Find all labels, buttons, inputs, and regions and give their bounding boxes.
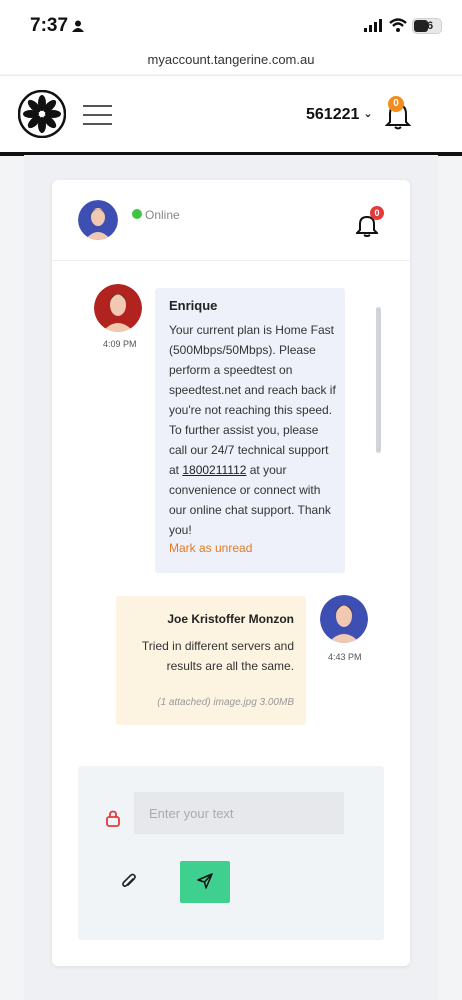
send-icon [197, 872, 213, 889]
agent-avatar [94, 284, 142, 332]
chat-notification-badge: 0 [370, 206, 384, 220]
person-icon [72, 20, 84, 32]
lock-icon [106, 810, 120, 827]
signal-icon [364, 19, 382, 32]
send-button[interactable] [180, 861, 230, 903]
app-header: 561221 ⌄ 0 [0, 75, 462, 156]
wifi-icon [389, 18, 407, 32]
attachment-info[interactable]: (1 attached) image.jpg 3.00MB [157, 697, 294, 708]
battery-level: 56 [420, 20, 434, 32]
agent-avatar [78, 200, 118, 240]
tangerine-logo[interactable] [18, 90, 66, 138]
account-number: 561221 [306, 106, 360, 123]
message-sender: Joe Kristoffer Monzon [167, 612, 294, 626]
status-time: 7:37 [30, 15, 69, 36]
message-time: 4:43 PM [328, 652, 362, 662]
url-bar[interactable]: myaccount.tangerine.com.au [0, 50, 462, 74]
account-selector[interactable]: 561221 ⌄ [306, 106, 373, 124]
online-status: Online [145, 208, 180, 222]
messages-scrollbar[interactable] [376, 307, 381, 453]
message-sender: Enrique [169, 298, 218, 313]
message-time: 4:09 PM [103, 339, 137, 349]
chevron-down-icon: ⌄ [363, 108, 373, 120]
chat-header: Online 0 [52, 180, 410, 261]
hamburger-icon[interactable] [83, 105, 112, 125]
notification-badge: 0 [388, 96, 404, 112]
message-text: Your current plan is Home Fast (500Mbps/… [169, 323, 336, 537]
paperclip-icon[interactable] [121, 873, 137, 891]
mark-as-unread-link[interactable]: Mark as unread [169, 541, 252, 555]
outgoing-message: Joe Kristoffer Monzon Tried in different… [116, 596, 306, 725]
online-indicator [132, 209, 142, 219]
message-input[interactable] [134, 792, 344, 834]
message-composer [78, 766, 384, 940]
battery-icon: 56 [412, 18, 442, 34]
status-bar: 7:37 56 [0, 0, 462, 50]
user-avatar [320, 595, 368, 643]
phone-link[interactable]: 1800211112 [182, 463, 246, 477]
message-text: Tried in different servers and results a… [141, 639, 294, 673]
incoming-message: Enrique Your current plan is Home Fast (… [155, 288, 345, 573]
chat-card: Online 0 4:09 PM Enrique Your current pl… [52, 180, 410, 966]
